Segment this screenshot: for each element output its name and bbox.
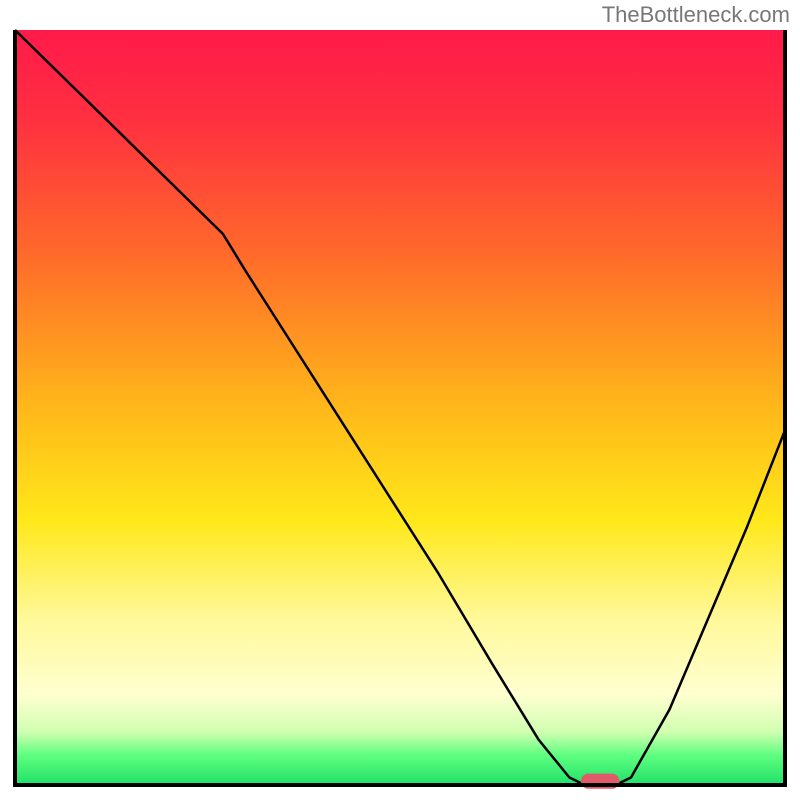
watermark-text: TheBottleneck.com: [602, 2, 790, 28]
chart-container: TheBottleneck.com: [0, 0, 800, 800]
bottleneck-chart: [0, 0, 800, 800]
